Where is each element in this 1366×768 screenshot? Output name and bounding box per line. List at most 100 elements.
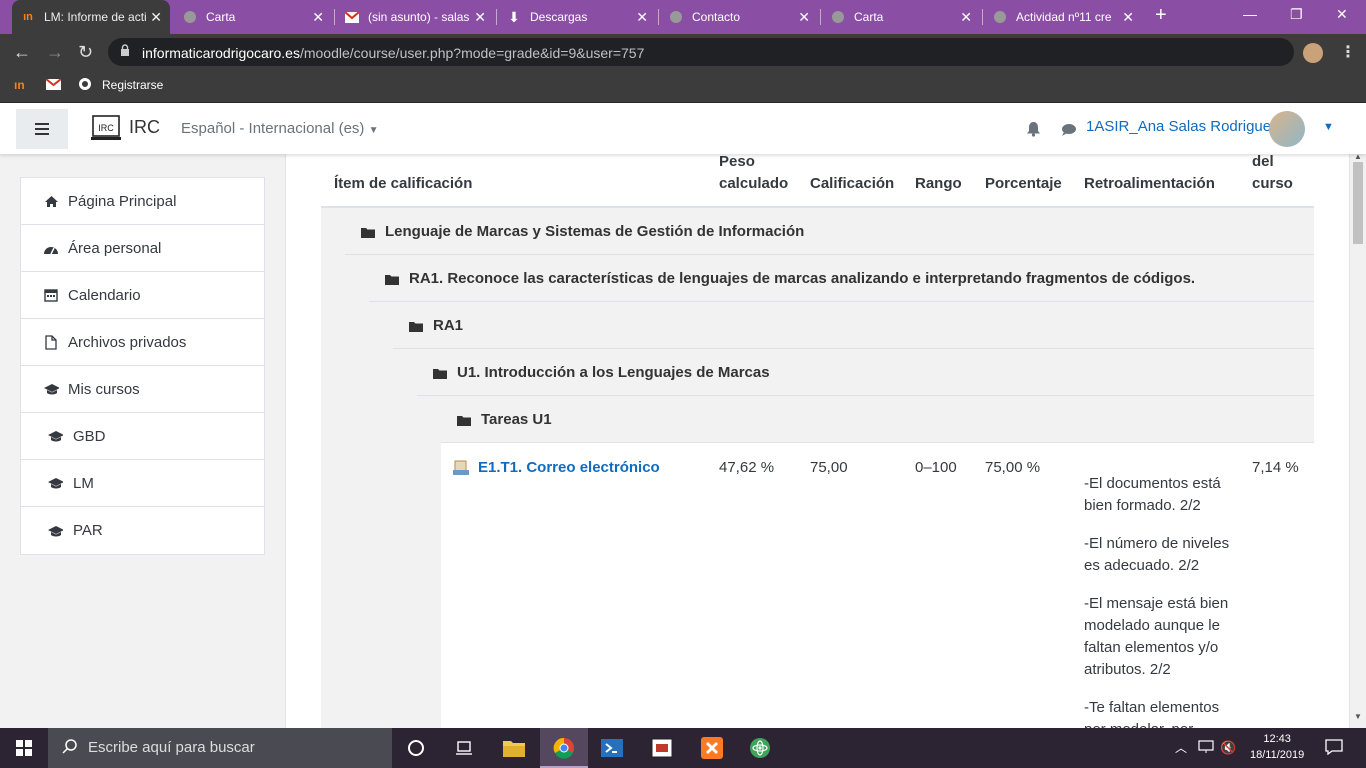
- scroll-down-icon[interactable]: ▼: [1354, 712, 1362, 721]
- user-name[interactable]: 1ASIR_Ana Salas Rodriguez: [1086, 118, 1279, 135]
- tab-actividad[interactable]: Actividad nº11 cre ✕: [984, 0, 1142, 34]
- cell-weight: 47,62 %: [719, 459, 775, 476]
- tab-descargas[interactable]: ⬇ Descargas ✕: [498, 0, 656, 34]
- user-avatar[interactable]: [1269, 111, 1305, 147]
- site-navbar: IRC IRC Español - Internacional (es) ▼ 1…: [0, 103, 1366, 154]
- tab-gmail[interactable]: (sin asunto) - salas ✕: [336, 0, 494, 34]
- page-content: Página Principal Área personal Calendari…: [0, 154, 1366, 728]
- hamburger-icon: [35, 123, 49, 135]
- network-icon[interactable]: [1198, 740, 1214, 759]
- header-course-line1: del: [1252, 154, 1274, 170]
- hamburger-menu-button[interactable]: [16, 109, 68, 149]
- irc-logo[interactable]: IRC: [90, 113, 122, 143]
- home-icon: [43, 193, 59, 209]
- tab-carta[interactable]: Carta ✕: [174, 0, 332, 34]
- site-brand[interactable]: IRC: [129, 117, 160, 138]
- url-text: informaticarodrigocaro.es/moodle/course/…: [142, 45, 645, 61]
- close-tab-icon[interactable]: ✕: [636, 9, 648, 25]
- file-explorer-icon[interactable]: [502, 736, 526, 760]
- profile-avatar[interactable]: [1303, 43, 1323, 63]
- reload-icon[interactable]: ↻: [78, 42, 93, 62]
- cell-course-contribution: 7,14 %: [1252, 459, 1299, 476]
- close-tab-icon[interactable]: ✕: [960, 9, 972, 25]
- search-icon: [62, 739, 78, 759]
- folder-icon: [433, 366, 447, 383]
- header-item[interactable]: Ítem de calificación: [334, 173, 472, 195]
- notification-bell-icon[interactable]: [1026, 121, 1041, 142]
- messages-icon[interactable]: [1061, 123, 1077, 142]
- scrollbar-thumb[interactable]: [1353, 162, 1363, 244]
- tab-carta-2[interactable]: Carta ✕: [822, 0, 980, 34]
- sidebar-item-dashboard[interactable]: Área personal: [21, 225, 264, 272]
- show-hidden-icons-icon[interactable]: ︿: [1175, 739, 1187, 756]
- back-icon[interactable]: ←: [13, 42, 31, 62]
- sidebar-item-my-courses[interactable]: Mis cursos: [21, 366, 264, 413]
- cortana-icon[interactable]: [404, 736, 428, 760]
- category-row: RA1: [393, 302, 1314, 349]
- file-icon: [43, 334, 59, 350]
- header-grade: Calificación: [810, 175, 895, 192]
- graduation-cap-icon: [47, 428, 63, 444]
- graduation-cap-icon: [43, 381, 59, 397]
- grade-item-link[interactable]: E1.T1. Correo electrónico: [478, 459, 660, 476]
- grade-report-region: Ítem de calificación Peso calculado Cali…: [285, 154, 1350, 728]
- minimize-button[interactable]: —: [1243, 6, 1257, 22]
- page-scrollbar[interactable]: ▲ ▼: [1350, 152, 1366, 728]
- folder-icon: [385, 272, 399, 289]
- close-tab-icon[interactable]: ✕: [150, 9, 162, 25]
- sidebar-item-gbd[interactable]: GBD: [21, 413, 264, 460]
- gmail-icon: [344, 9, 360, 25]
- notifications-icon[interactable]: [1325, 739, 1343, 760]
- bookmark-registrarse[interactable]: Registrarse: [102, 78, 163, 92]
- close-tab-icon[interactable]: ✕: [312, 9, 324, 25]
- taskbar-search-box[interactable]: Escribe aquí para buscar: [48, 728, 392, 768]
- sidebar-item-home[interactable]: Página Principal: [21, 178, 264, 225]
- tab-lm-informe[interactable]: ın LM: Informe de acti ✕: [12, 0, 170, 34]
- bookmarks-bar: ın Registrarse: [0, 70, 1366, 103]
- browser-tab-bar: ın LM: Informe de acti ✕ Carta ✕ (sin as…: [0, 0, 1366, 34]
- windows-taskbar: Escribe aquí para buscar ︿ 🔇 12:43 18/11…: [0, 728, 1366, 768]
- graduation-cap-icon: [47, 475, 63, 491]
- powershell-icon[interactable]: [600, 736, 624, 760]
- language-selector[interactable]: Español - Internacional (es) ▼: [181, 120, 379, 137]
- windows-start-icon[interactable]: [12, 736, 36, 760]
- xampp-icon[interactable]: [700, 736, 724, 760]
- close-window-button[interactable]: ✕: [1336, 6, 1348, 23]
- sidebar-item-par[interactable]: PAR: [21, 507, 264, 554]
- header-weight-line2: calculado: [719, 175, 789, 192]
- new-tab-button[interactable]: +: [1155, 4, 1167, 27]
- close-tab-icon[interactable]: ✕: [474, 9, 486, 25]
- indent-column: [345, 255, 369, 728]
- moodle-icon: ın: [23, 11, 33, 23]
- svg-text:IRC: IRC: [98, 123, 114, 133]
- address-bar-row: ← → ↻ informaticarodrigocaro.es/moodle/c…: [0, 34, 1366, 70]
- tab-contacto[interactable]: Contacto ✕: [660, 0, 818, 34]
- task-view-icon[interactable]: [452, 736, 476, 760]
- close-tab-icon[interactable]: ✕: [1122, 9, 1134, 25]
- app-icon[interactable]: [650, 736, 674, 760]
- menu-icon[interactable]: ⋮: [1340, 42, 1356, 62]
- omnibox[interactable]: informaticarodrigocaro.es/moodle/course/…: [108, 38, 1294, 66]
- folder-icon: [409, 319, 423, 336]
- moodle-icon[interactable]: ın: [14, 78, 25, 92]
- system-clock[interactable]: 12:43 18/11/2019: [1250, 731, 1304, 763]
- chrome-icon[interactable]: [552, 736, 576, 760]
- sidebar-item-calendar[interactable]: Calendario: [21, 272, 264, 319]
- user-menu-caret-icon[interactable]: ▼: [1323, 121, 1334, 133]
- atom-icon[interactable]: [748, 736, 772, 760]
- restore-button[interactable]: ❐: [1290, 6, 1303, 23]
- folder-icon: [361, 225, 375, 242]
- sidebar-item-private-files[interactable]: Archivos privados: [21, 319, 264, 366]
- header-course-line2: curso: [1252, 175, 1293, 192]
- category-row: RA1. Reconoce las características de len…: [369, 255, 1314, 302]
- gmail-icon[interactable]: [45, 78, 62, 93]
- close-tab-icon[interactable]: ✕: [798, 9, 810, 25]
- assignment-icon: [453, 460, 469, 481]
- forward-icon[interactable]: →: [46, 42, 64, 62]
- indent-column: [369, 302, 393, 728]
- volume-muted-icon[interactable]: 🔇: [1220, 740, 1236, 756]
- indent-column: [417, 396, 441, 728]
- download-icon: ⬇: [508, 8, 520, 25]
- sidebar-item-lm[interactable]: LM: [21, 460, 264, 507]
- cell-range: 0–100: [915, 459, 957, 476]
